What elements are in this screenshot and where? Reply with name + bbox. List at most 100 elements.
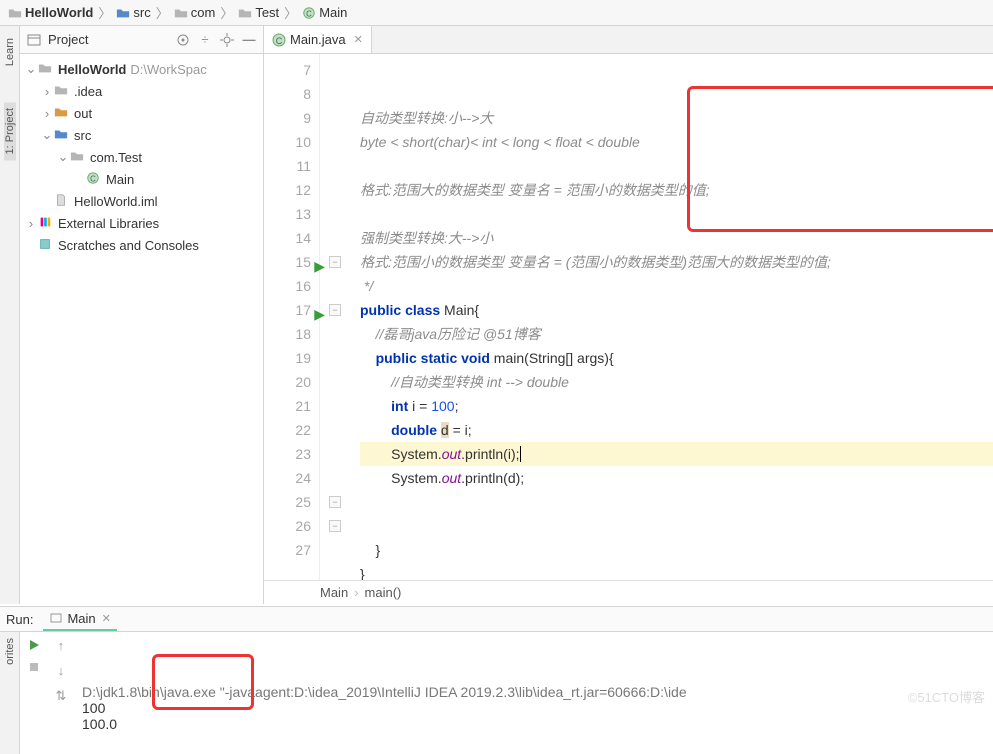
- breadcrumb-item[interactable]: src: [114, 5, 152, 20]
- editor-tab-main[interactable]: C Main.java ✕: [264, 26, 372, 53]
- tree-node[interactable]: Scratches and Consoles: [22, 234, 261, 256]
- line-number[interactable]: 23: [264, 442, 311, 466]
- tree-node[interactable]: ⌄ src: [22, 124, 261, 146]
- crumb-method[interactable]: main(): [365, 585, 402, 600]
- breadcrumb-item[interactable]: Test: [236, 5, 281, 20]
- code-line[interactable]: 格式:范围小的数据类型 变量名 = (范围小的数据类型)范围大的数据类型的值;: [360, 250, 993, 274]
- code-line[interactable]: //磊哥java历险记 @51博客: [360, 322, 993, 346]
- tree-label: HelloWorld.iml: [74, 194, 158, 209]
- stop-icon[interactable]: [27, 660, 41, 674]
- line-number[interactable]: 11: [264, 154, 311, 178]
- rail-tab-project[interactable]: 1: Project: [4, 102, 16, 160]
- run-label: Run:: [6, 612, 33, 627]
- rerun-icon[interactable]: [27, 638, 41, 652]
- code-line[interactable]: System.out.println(i);: [360, 442, 993, 466]
- rail-tab-favorites[interactable]: orites: [4, 632, 16, 671]
- chevron-right-icon: ›: [354, 585, 358, 600]
- hide-icon[interactable]: —: [241, 32, 257, 48]
- code-line[interactable]: [360, 514, 993, 538]
- line-number[interactable]: 7: [264, 58, 311, 82]
- line-number[interactable]: 17▶−: [264, 298, 311, 322]
- code-line[interactable]: //自动类型转换 int --> double: [360, 370, 993, 394]
- line-number[interactable]: 26−: [264, 514, 311, 538]
- code-line[interactable]: public static void main(String[] args){: [360, 346, 993, 370]
- tree-node[interactable]: CMain: [22, 168, 261, 190]
- folder-icon: [38, 61, 54, 77]
- svg-text:C: C: [306, 9, 312, 18]
- code-editor[interactable]: 789101112131415▶−1617▶−1819202122232425−…: [264, 54, 993, 580]
- folder-o-icon: [54, 105, 70, 121]
- tree-label: HelloWorld: [58, 62, 126, 77]
- tree-arrow-icon[interactable]: ›: [40, 106, 54, 121]
- line-number[interactable]: 9: [264, 106, 311, 130]
- project-panel-header: Project ÷ —: [20, 26, 263, 54]
- tree-arrow-icon[interactable]: ⌄: [40, 127, 54, 143]
- code-line[interactable]: [360, 490, 993, 514]
- line-number[interactable]: 10: [264, 130, 311, 154]
- tree-arrow-icon[interactable]: ⌄: [24, 61, 38, 77]
- annotation-box-code: [687, 86, 993, 232]
- tree-node[interactable]: ⌄HelloWorldD:\WorkSpac: [22, 58, 261, 80]
- line-number[interactable]: 20: [264, 370, 311, 394]
- line-number[interactable]: 14: [264, 226, 311, 250]
- code-line[interactable]: public class Main{: [360, 298, 993, 322]
- expand-all-icon[interactable]: ÷: [197, 32, 213, 48]
- rail-tab-learn[interactable]: Learn: [4, 32, 16, 72]
- editor-tabs: C Main.java ✕: [264, 26, 993, 54]
- watermark: ©51CTO博客: [908, 687, 985, 706]
- tree-node[interactable]: ›out: [22, 102, 261, 124]
- code-line[interactable]: double d = i;: [360, 418, 993, 442]
- code-line[interactable]: int i = 100;: [360, 394, 993, 418]
- folder-icon: [174, 6, 188, 20]
- line-number[interactable]: 8: [264, 82, 311, 106]
- project-view-icon[interactable]: [26, 32, 42, 48]
- close-icon[interactable]: ✕: [102, 612, 111, 625]
- breadcrumb-item[interactable]: com: [172, 5, 218, 20]
- up-icon[interactable]: ↑: [58, 638, 65, 653]
- line-number[interactable]: 24: [264, 466, 311, 490]
- settings-icon[interactable]: [219, 32, 235, 48]
- code-line[interactable]: }: [360, 538, 993, 562]
- tree-label: src: [74, 128, 91, 143]
- close-icon[interactable]: ✕: [354, 33, 363, 46]
- line-number[interactable]: 21: [264, 394, 311, 418]
- tree-node[interactable]: › External Libraries: [22, 212, 261, 234]
- run-output[interactable]: D:\jdk1.8\bin\java.exe "-javaagent:D:\id…: [74, 632, 993, 754]
- line-number[interactable]: 12: [264, 178, 311, 202]
- line-number[interactable]: 27: [264, 538, 311, 562]
- code-line[interactable]: }: [360, 562, 993, 580]
- project-tree[interactable]: ⌄HelloWorldD:\WorkSpac›.idea›out⌄src⌄com…: [20, 54, 263, 604]
- locate-icon[interactable]: [175, 32, 191, 48]
- folder-icon: [70, 149, 86, 165]
- crumb-class[interactable]: Main: [320, 585, 348, 600]
- project-panel: Project ÷ — ⌄HelloWorldD:\WorkSpac›.idea…: [20, 26, 264, 604]
- line-number[interactable]: 25−: [264, 490, 311, 514]
- down-icon[interactable]: ↓: [58, 663, 65, 678]
- tree-arrow-icon[interactable]: ›: [24, 216, 38, 231]
- class-icon: C: [302, 6, 316, 20]
- line-number[interactable]: 22: [264, 418, 311, 442]
- line-number[interactable]: 19: [264, 346, 311, 370]
- tree-label: External Libraries: [58, 216, 159, 231]
- tree-node[interactable]: ›.idea: [22, 80, 261, 102]
- filter-icon[interactable]: ⇅: [56, 688, 67, 704]
- code-line[interactable]: */: [360, 274, 993, 298]
- line-number[interactable]: 15▶−: [264, 250, 311, 274]
- svg-text:C: C: [90, 175, 96, 184]
- run-tab-main[interactable]: Main ✕: [43, 607, 116, 631]
- breadcrumb-item[interactable]: HelloWorld: [6, 5, 95, 20]
- tree-arrow-icon[interactable]: ⌄: [56, 149, 70, 165]
- tree-node[interactable]: HelloWorld.iml: [22, 190, 261, 212]
- run-controls-2: ↑ ↓ ⇅: [48, 632, 74, 754]
- left-tool-rail: Learn 1: Project: [0, 26, 20, 604]
- chevron-right-icon: 〉: [156, 3, 169, 22]
- annotation-box-output: [152, 654, 254, 710]
- editor-area: C Main.java ✕ 789101112131415▶−1617▶−181…: [264, 26, 993, 604]
- line-number[interactable]: 18: [264, 322, 311, 346]
- line-number[interactable]: 16: [264, 274, 311, 298]
- line-number[interactable]: 13: [264, 202, 311, 226]
- breadcrumb-item[interactable]: CMain: [300, 5, 349, 20]
- tree-node[interactable]: ⌄com.Test: [22, 146, 261, 168]
- tree-arrow-icon[interactable]: ›: [40, 84, 54, 99]
- code-line[interactable]: System.out.println(d);: [360, 466, 993, 490]
